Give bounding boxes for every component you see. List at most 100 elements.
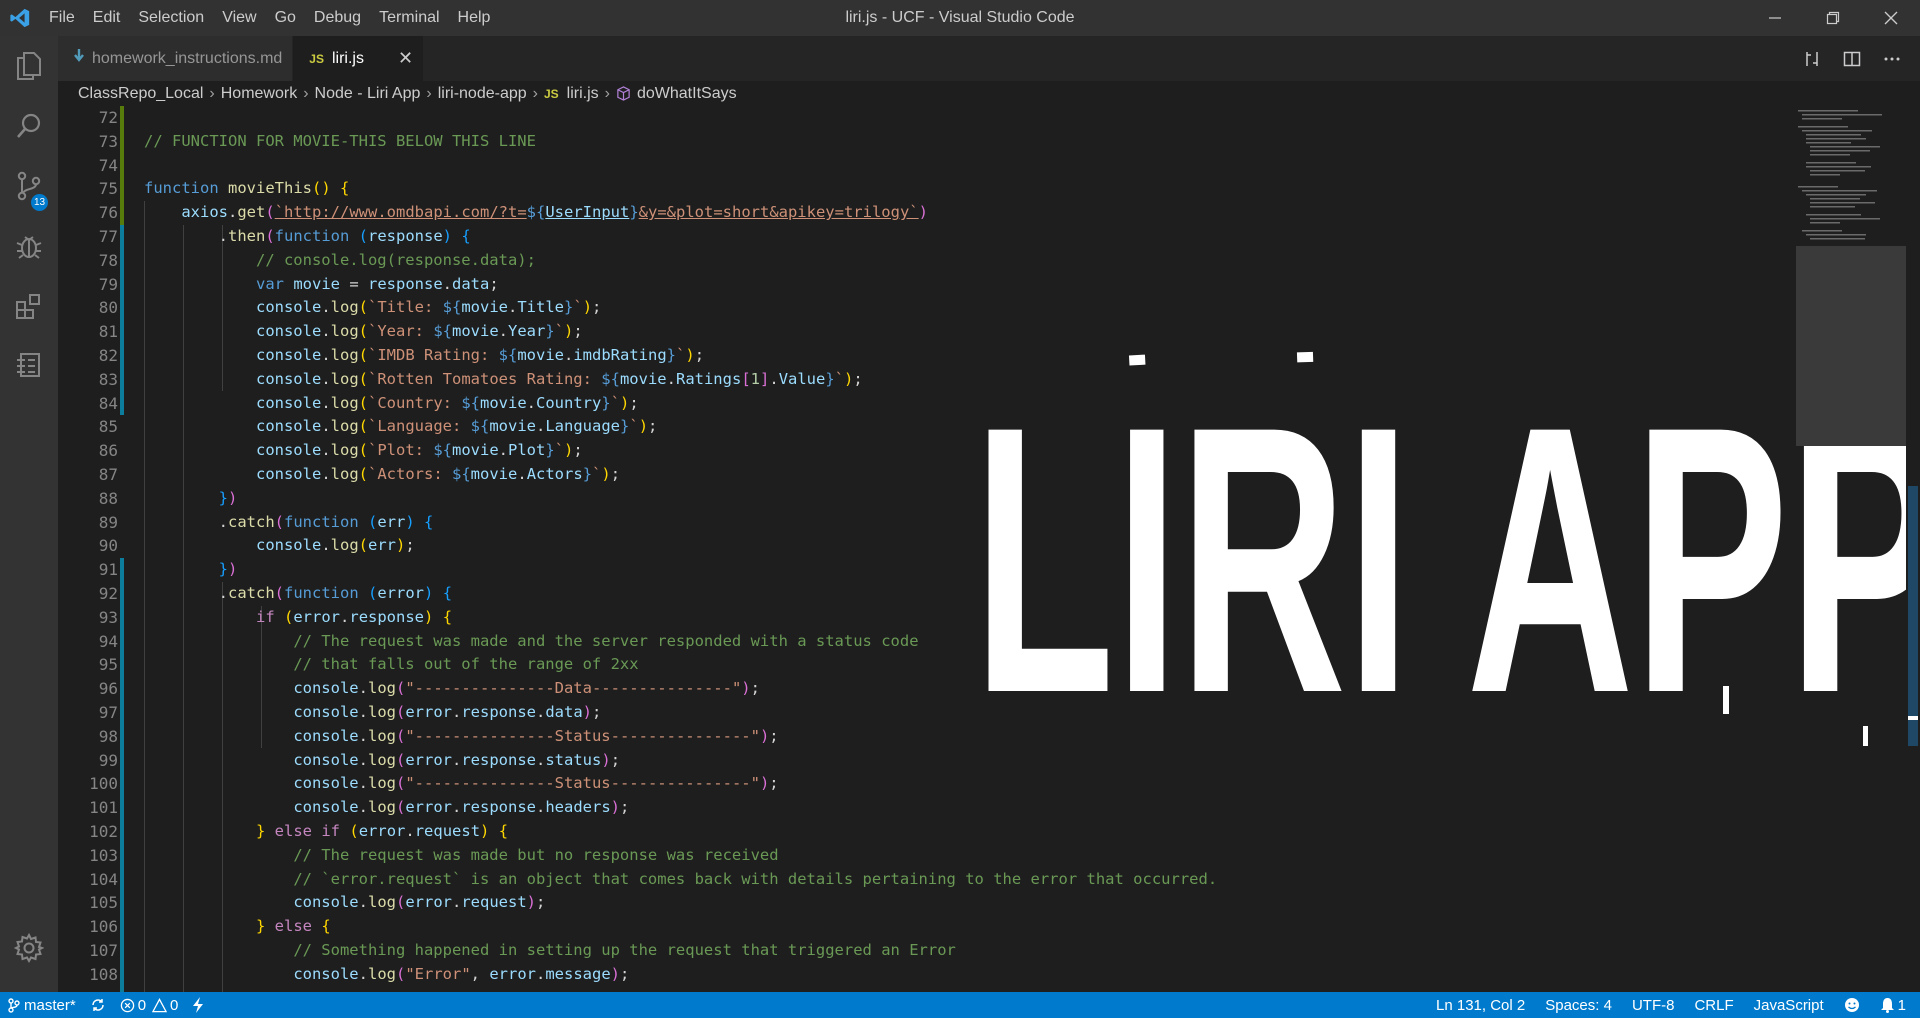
minimap[interactable] [1796,106,1906,466]
breadcrumb-item[interactable]: liri-node-app [438,85,527,103]
code-token: log [367,702,396,721]
status-bar: master* 0 0 Ln 131, Col 2 Spaces: 4 UTF-… [0,992,1920,1018]
code-token: error [489,964,536,983]
code-token: data [545,702,583,721]
menu-help[interactable]: Help [449,0,500,36]
extensions-icon[interactable] [0,276,58,336]
code-token: = [340,274,368,293]
code-token: response [461,702,536,721]
markdown-icon [74,49,84,68]
indentation-setting[interactable]: Spaces: 4 [1545,997,1612,1014]
code-token: Year [508,322,546,341]
remote-explorer-icon[interactable] [0,336,58,396]
breadcrumb-item[interactable]: Homework [221,85,297,103]
code-token: status [545,750,602,769]
code-token: ; [610,750,621,769]
code-line: console.log("---------------Status------… [144,772,1217,796]
code-editor[interactable]: 72 73 74 75 76 77 78 79 80 81 82 83 84 85 86 87 88 89 90 91… [58,106,1920,992]
language-mode[interactable]: JavaScript [1754,997,1824,1014]
code-token: ) [424,583,434,602]
code-token: . [536,702,546,721]
problems-status[interactable]: 0 0 [120,997,178,1014]
line-number: 89 [98,512,118,532]
menu-terminal[interactable]: Terminal [370,0,448,36]
eol-setting[interactable]: CRLF [1694,997,1733,1014]
menu-edit[interactable]: Edit [84,0,130,36]
line-number: 107 [89,940,118,960]
code-token: err [377,512,406,531]
code-token: ; [489,274,499,293]
code-token: . [321,536,331,555]
code-token: error [377,583,425,602]
code-token: console [255,393,322,412]
git-branch-status[interactable]: master* [8,997,76,1014]
explorer-icon[interactable] [0,36,58,96]
code-token: get [237,203,266,222]
code-token: `IMDB Rating: [368,345,499,364]
code-token: ${ [498,345,518,364]
debug-icon[interactable] [0,216,58,276]
search-icon[interactable] [0,96,58,156]
tab-homework-instructions[interactable]: homework_instructions.md [58,36,294,81]
code-token: . [144,512,228,531]
vertical-scrollbar[interactable] [1906,106,1920,992]
code-token: ) [405,512,415,531]
code-token: ) [685,345,695,364]
code-token: ( [395,702,406,721]
sync-icon[interactable] [90,997,106,1013]
code-token: console [293,964,359,983]
line-number: 72 [98,108,118,127]
code-token: . [144,226,228,245]
code-token: . [536,417,546,436]
more-actions-icon[interactable] [1872,36,1912,81]
line-number: 105 [89,893,118,913]
breadcrumb-item[interactable]: ClassRepo_Local [78,85,203,103]
code-token: ${ [452,464,471,483]
code-token: movie [480,393,527,412]
menu-selection[interactable]: Selection [129,0,213,36]
minimize-button[interactable] [1746,0,1804,36]
code-token: console [293,702,359,721]
code-token: console [255,298,322,317]
source-control-icon[interactable]: 13 [0,156,58,216]
code-token: error [293,607,341,626]
settings-gear-icon[interactable] [0,918,58,978]
lightning-icon[interactable] [192,997,204,1013]
notifications-status[interactable]: 1 [1880,997,1906,1014]
cursor-position[interactable]: Ln 131, Col 2 [1436,997,1525,1014]
code-token: . [358,893,368,912]
code-token: UserInput [545,203,630,222]
breadcrumb-symbol[interactable]: doWhatItSays [637,85,737,103]
breadcrumb-item[interactable]: Node - Liri App [315,85,421,103]
split-editor-icon[interactable] [1832,36,1872,81]
code-token: "Error" [405,964,471,983]
code-token: } [255,917,266,936]
line-number: 99 [98,750,118,770]
code-line: console.log(error.response.headers); [144,796,1217,820]
line-number: 95 [98,655,118,675]
breadcrumb-file[interactable]: liri.js [567,85,599,103]
code-token: . [498,441,509,460]
menu-debug[interactable]: Debug [305,0,370,36]
code-token: ` [834,369,845,388]
code-token: log [367,679,396,698]
feedback-smiley-icon[interactable] [1844,997,1860,1013]
menu-go[interactable]: Go [266,0,305,36]
encoding-setting[interactable]: UTF-8 [1632,997,1675,1014]
close-window-button[interactable] [1862,0,1920,36]
tab-liri-js[interactable]: JS liri.js ✕ [293,36,425,81]
restore-button[interactable] [1804,0,1862,36]
menu-view[interactable]: View [213,0,265,36]
close-icon[interactable]: ✕ [398,48,413,69]
code-token: . [321,441,331,460]
menu-file[interactable]: File [40,0,84,36]
code-token: } [629,203,639,222]
open-changes-icon[interactable] [1792,36,1832,81]
code-token: console [255,345,322,364]
